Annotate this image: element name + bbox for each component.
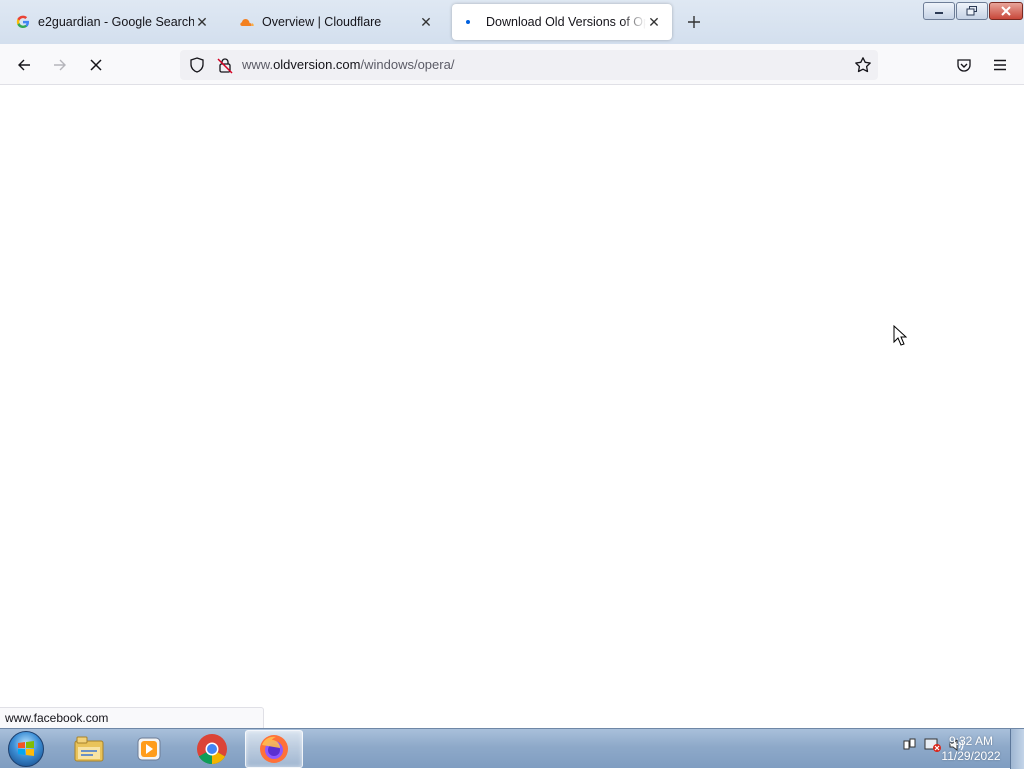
- close-tab-icon[interactable]: ✕: [646, 14, 662, 30]
- close-window-button[interactable]: [989, 2, 1023, 20]
- taskbar-firefox[interactable]: [245, 730, 303, 768]
- cloudflare-icon: [240, 15, 254, 29]
- taskbar: 9:32 AM 11/29/2022: [0, 728, 1024, 769]
- new-tab-button[interactable]: [682, 10, 706, 34]
- restore-icon: [966, 6, 977, 16]
- close-tab-icon[interactable]: ✕: [418, 14, 434, 30]
- loading-dot-icon: [464, 15, 478, 29]
- forward-arrow-icon: [54, 59, 66, 71]
- chrome-icon: [197, 734, 227, 765]
- window-controls: [923, 2, 1023, 20]
- stop-button[interactable]: [83, 52, 109, 78]
- address-bar[interactable]: www.oldversion.com/windows/opera/: [180, 50, 878, 80]
- taskbar-chrome[interactable]: [183, 730, 241, 768]
- back-arrow-icon: [18, 59, 30, 71]
- close-icon: [1001, 6, 1011, 16]
- url-path: /windows/opera/: [360, 57, 455, 72]
- google-icon: [16, 15, 30, 29]
- tab-strip: e2guardian - Google Search ✕ Overview | …: [0, 0, 1024, 44]
- media-player-icon: [137, 737, 161, 761]
- taskbar-explorer[interactable]: [60, 730, 118, 768]
- minimize-icon: [935, 12, 943, 14]
- navigation-toolbar: www.oldversion.com/windows/opera/: [0, 44, 1024, 85]
- page-content: www.facebook.com: [0, 85, 1024, 728]
- tab-oldversion-opera[interactable]: Download Old Versions of Opera ✕: [452, 4, 672, 40]
- tab-label: e2guardian - Google Search: [38, 15, 194, 29]
- clock-date: 11/29/2022: [941, 749, 1001, 763]
- plus-icon: [688, 16, 700, 28]
- start-button[interactable]: [6, 730, 46, 768]
- mouse-cursor-icon: [893, 324, 908, 350]
- stop-icon: [90, 59, 102, 71]
- insecure-lock-icon[interactable]: [216, 56, 234, 77]
- tab-google-search[interactable]: e2guardian - Google Search ✕: [4, 4, 220, 40]
- taskbar-media-player[interactable]: [120, 730, 178, 768]
- tab-label: Overview | Cloudflare: [262, 15, 382, 29]
- app-menu-button[interactable]: [987, 52, 1013, 78]
- windows-explorer-icon: [74, 736, 104, 762]
- show-desktop-button[interactable]: [1010, 729, 1024, 769]
- pocket-button[interactable]: [951, 52, 977, 78]
- clock-time: 9:32 AM: [948, 734, 994, 748]
- action-center-flag-icon[interactable]: [902, 737, 918, 756]
- bookmark-star-icon[interactable]: [854, 56, 872, 77]
- tracking-protection-shield-icon[interactable]: [188, 56, 206, 77]
- back-button[interactable]: [11, 52, 37, 78]
- system-clock[interactable]: 9:32 AM 11/29/2022: [938, 734, 1004, 764]
- close-tab-icon[interactable]: ✕: [194, 14, 210, 30]
- restore-button[interactable]: [956, 2, 988, 20]
- url-text[interactable]: www.oldversion.com/windows/opera/: [242, 57, 454, 72]
- url-prefix: www.: [242, 57, 274, 72]
- tab-label: Download Old Versions of Opera: [486, 15, 646, 29]
- tab-cloudflare[interactable]: Overview | Cloudflare ✕: [228, 4, 444, 40]
- pocket-icon: [957, 59, 971, 72]
- status-panel: www.facebook.com: [0, 707, 264, 728]
- firefox-icon: [260, 735, 288, 763]
- hamburger-menu-icon: [994, 59, 1006, 71]
- url-host: oldversion.com: [273, 57, 361, 72]
- minimize-button[interactable]: [923, 2, 955, 20]
- windows-logo-icon: [8, 731, 44, 767]
- forward-button[interactable]: [47, 52, 73, 78]
